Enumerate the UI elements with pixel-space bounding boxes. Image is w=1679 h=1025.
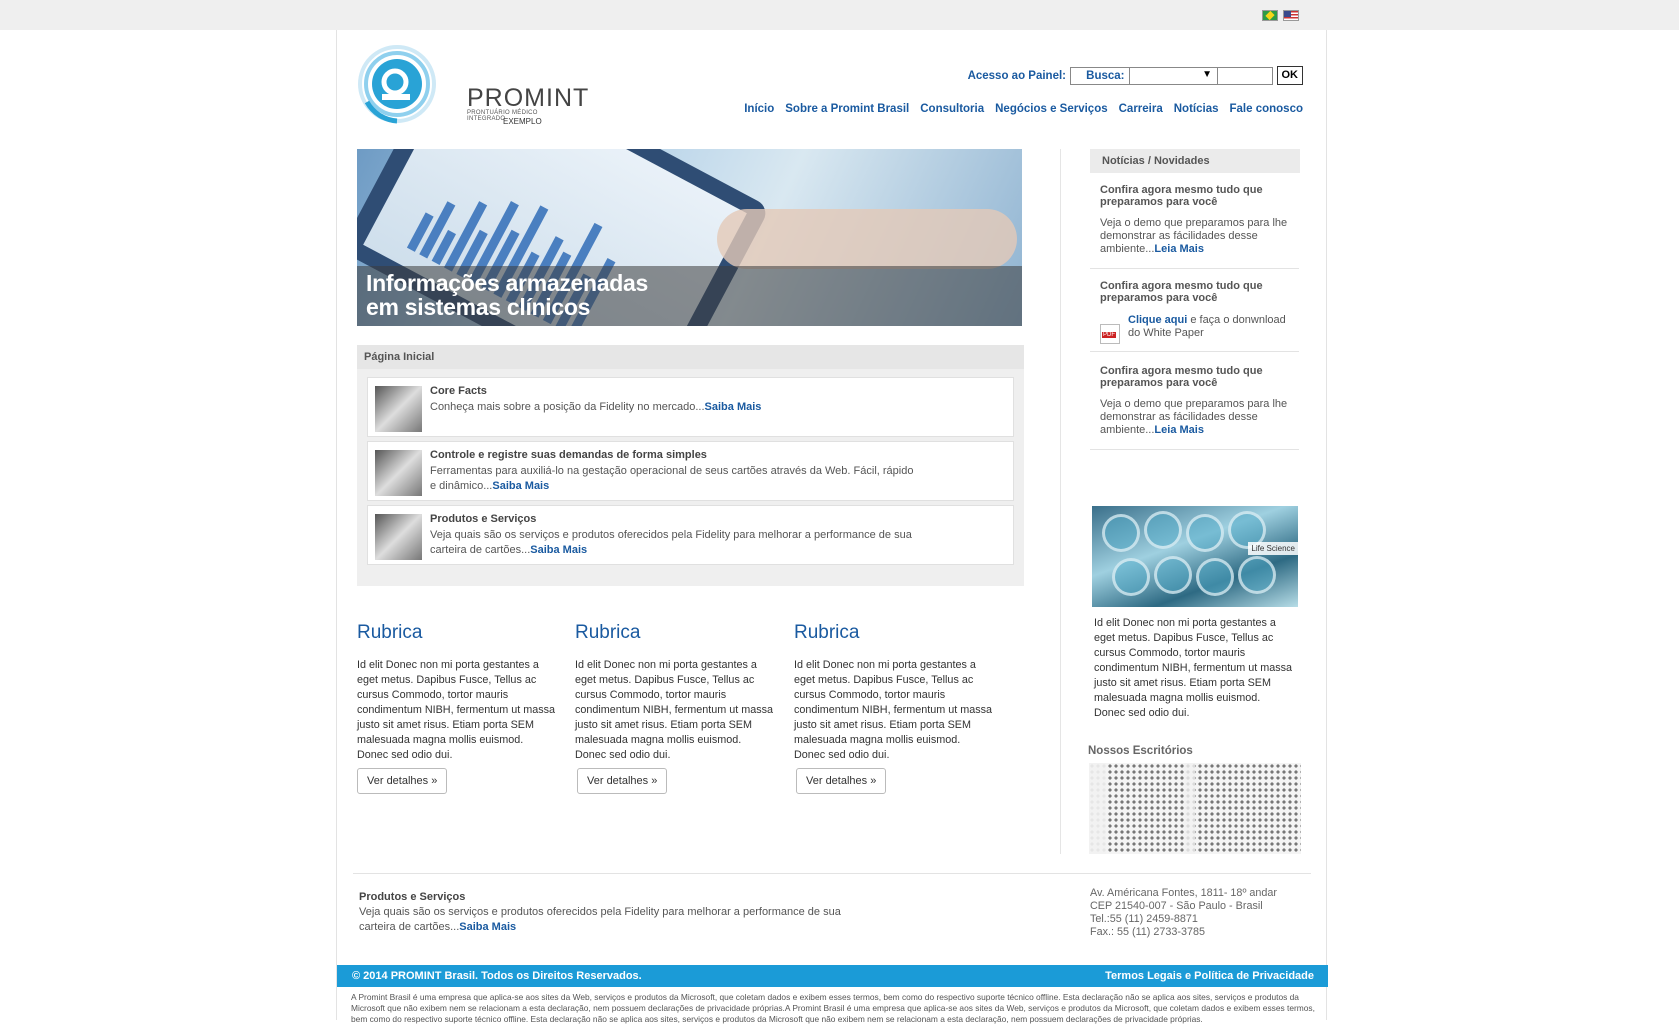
pdf-icon <box>1100 324 1120 344</box>
nav-inicio[interactable]: Início <box>744 103 774 115</box>
usa-flag-icon[interactable] <box>1283 10 1299 21</box>
copyright-bar: © 2014 PROMINT Brasil. Todos os Direitos… <box>337 965 1328 987</box>
clique-aqui-link[interactable]: Clique aqui <box>1128 314 1187 326</box>
hero-banner[interactable]: Informações armazenadas em sistemas clíni… <box>357 149 1022 326</box>
top-bar <box>0 0 1679 30</box>
offices-title: Nossos Escritórios <box>1088 745 1193 757</box>
column-title: Rubrica <box>575 622 641 643</box>
footer-products-title: Produtos e Serviços <box>359 891 466 903</box>
column-text: Id elit Donec non mi porta gestantes a e… <box>794 659 993 761</box>
hero-caption: Informações armazenadas em sistemas clíni… <box>357 266 1022 326</box>
panel-title: Página Inicial <box>357 345 1024 369</box>
nav-carreira[interactable]: Carreira <box>1119 103 1163 115</box>
footer-divider <box>353 873 1311 874</box>
image-tag: Life Science <box>1248 542 1298 555</box>
news-item: Confira agora mesmo tudo que preparamos … <box>1090 280 1299 352</box>
news-desc: Veja o demo que preparamos para lhe demo… <box>1100 217 1288 255</box>
saiba-mais-link[interactable]: Saiba Mais <box>492 480 549 492</box>
legal-text: A Promint Brasil é uma empresa que aplic… <box>351 992 1315 1024</box>
sidebar-text: Id elit Donec non mi porta gestantes a e… <box>1094 617 1293 719</box>
sidebar-title: Notícias / Novidades <box>1090 149 1300 173</box>
rubrica-column: Rubrica Id elit Donec non mi porta gesta… <box>357 622 557 763</box>
leia-mais-link[interactable]: Leia Mais <box>1154 424 1204 436</box>
audience-thumbnail <box>375 514 422 560</box>
hero-line-1: Informações armazenadas <box>366 270 649 296</box>
saiba-mais-link[interactable]: Saiba Mais <box>459 921 516 933</box>
item-title: Controle e registre suas demandas de for… <box>430 449 707 461</box>
footer-products: Produtos e Serviços Veja quais são os se… <box>359 890 859 935</box>
nav-negocios[interactable]: Negócios e Serviços <box>995 103 1108 115</box>
world-map[interactable] <box>1089 763 1301 854</box>
panel-access-label: Acesso ao Painel: <box>967 70 1066 82</box>
column-title: Rubrica <box>357 622 423 643</box>
leia-mais-link[interactable]: Leia Mais <box>1154 243 1204 255</box>
saiba-mais-link[interactable]: Saiba Mais <box>530 544 587 556</box>
nav-consultoria[interactable]: Consultoria <box>920 103 984 115</box>
logo-name: PROMINT <box>467 84 590 112</box>
column-title: Rubrica <box>794 622 860 643</box>
life-science-image[interactable]: Life Science <box>1092 506 1298 607</box>
item-title: Core Facts <box>430 385 487 397</box>
item-title: Produtos e Serviços <box>430 513 537 525</box>
ver-detalhes-button[interactable]: Ver detalhes » <box>577 768 668 794</box>
list-item: Produtos e Serviços Veja quais são os se… <box>367 505 1014 565</box>
search-label: Busca: <box>1086 69 1125 82</box>
sidebar: Notícias / Novidades <box>1090 149 1300 173</box>
nav-noticias[interactable]: Notícias <box>1174 103 1219 115</box>
list-item: Core Facts Conheça mais sobre a posição … <box>367 377 1014 437</box>
person-thumbnail <box>375 450 422 496</box>
item-desc: Ferramentas para auxiliá-lo na gestação … <box>430 465 914 492</box>
news-title: Confira agora mesmo tudo que preparamos … <box>1100 280 1263 304</box>
rubrica-column: Rubrica Id elit Donec non mi porta gesta… <box>575 622 775 763</box>
column-text: Id elit Donec non mi porta gestantes a e… <box>357 659 556 761</box>
saiba-mais-link[interactable]: Saiba Mais <box>705 401 762 413</box>
hand-image <box>717 209 1017 269</box>
logo-example: EXEMPLO <box>503 117 542 126</box>
meeting-thumbnail <box>375 386 422 432</box>
news-title: Confira agora mesmo tudo que preparamos … <box>1100 184 1263 208</box>
home-panel: Página Inicial Core Facts Conheça mais s… <box>357 345 1024 586</box>
ver-detalhes-button[interactable]: Ver detalhes » <box>357 768 448 794</box>
sidebar-divider <box>1060 149 1061 854</box>
search-input[interactable] <box>1128 66 1273 85</box>
rubrica-column: Rubrica Id elit Donec non mi porta gesta… <box>794 622 994 763</box>
search-ok-button[interactable]: OK <box>1276 66 1303 85</box>
footer-products-desc: Veja quais são os serviços e produtos of… <box>359 906 841 933</box>
footer-address: Av. Américana Fontes, 1811- 18º andar CE… <box>1090 887 1277 938</box>
legal-link[interactable]: Termos Legais e Política de Privacidade <box>1105 970 1314 982</box>
news-item: Confira agora mesmo tudo que preparamos … <box>1090 365 1299 450</box>
column-text: Id elit Donec non mi porta gestantes a e… <box>575 659 774 761</box>
list-item: Controle e registre suas demandas de for… <box>367 441 1014 501</box>
news-title: Confira agora mesmo tudo que preparamos … <box>1100 365 1263 389</box>
nav-fale-conosco[interactable]: Fale conosco <box>1230 103 1304 115</box>
ver-detalhes-button[interactable]: Ver detalhes » <box>796 768 887 794</box>
logo-mark-icon <box>358 45 436 124</box>
brazil-flag-icon[interactable] <box>1262 10 1278 21</box>
news-desc: Veja o demo que preparamos para lhe demo… <box>1100 398 1288 436</box>
main-nav: Início Sobre a Promint Brasil Consultori… <box>744 103 1303 115</box>
news-item: Confira agora mesmo tudo que preparamos … <box>1090 184 1299 269</box>
news-desc: Clique aqui e faça o donwnload do White … <box>1128 314 1286 339</box>
page-container: PROMINT PRONTUÁRIO MÉDICO INTEGRADO EXEM… <box>336 30 1328 1024</box>
nav-sobre[interactable]: Sobre a Promint Brasil <box>785 103 909 115</box>
hero-line-2: em sistemas clínicos <box>366 294 591 320</box>
copyright-text: © 2014 PROMINT Brasil. Todos os Direitos… <box>352 970 642 982</box>
item-desc: Veja quais são os serviços e produtos of… <box>430 529 912 556</box>
logo[interactable]: PROMINT PRONTUÁRIO MÉDICO INTEGRADO EXEM… <box>357 44 588 134</box>
item-desc: Conheça mais sobre a posição da Fidelity… <box>430 401 762 413</box>
search-area: Busca: OK <box>1086 66 1303 85</box>
